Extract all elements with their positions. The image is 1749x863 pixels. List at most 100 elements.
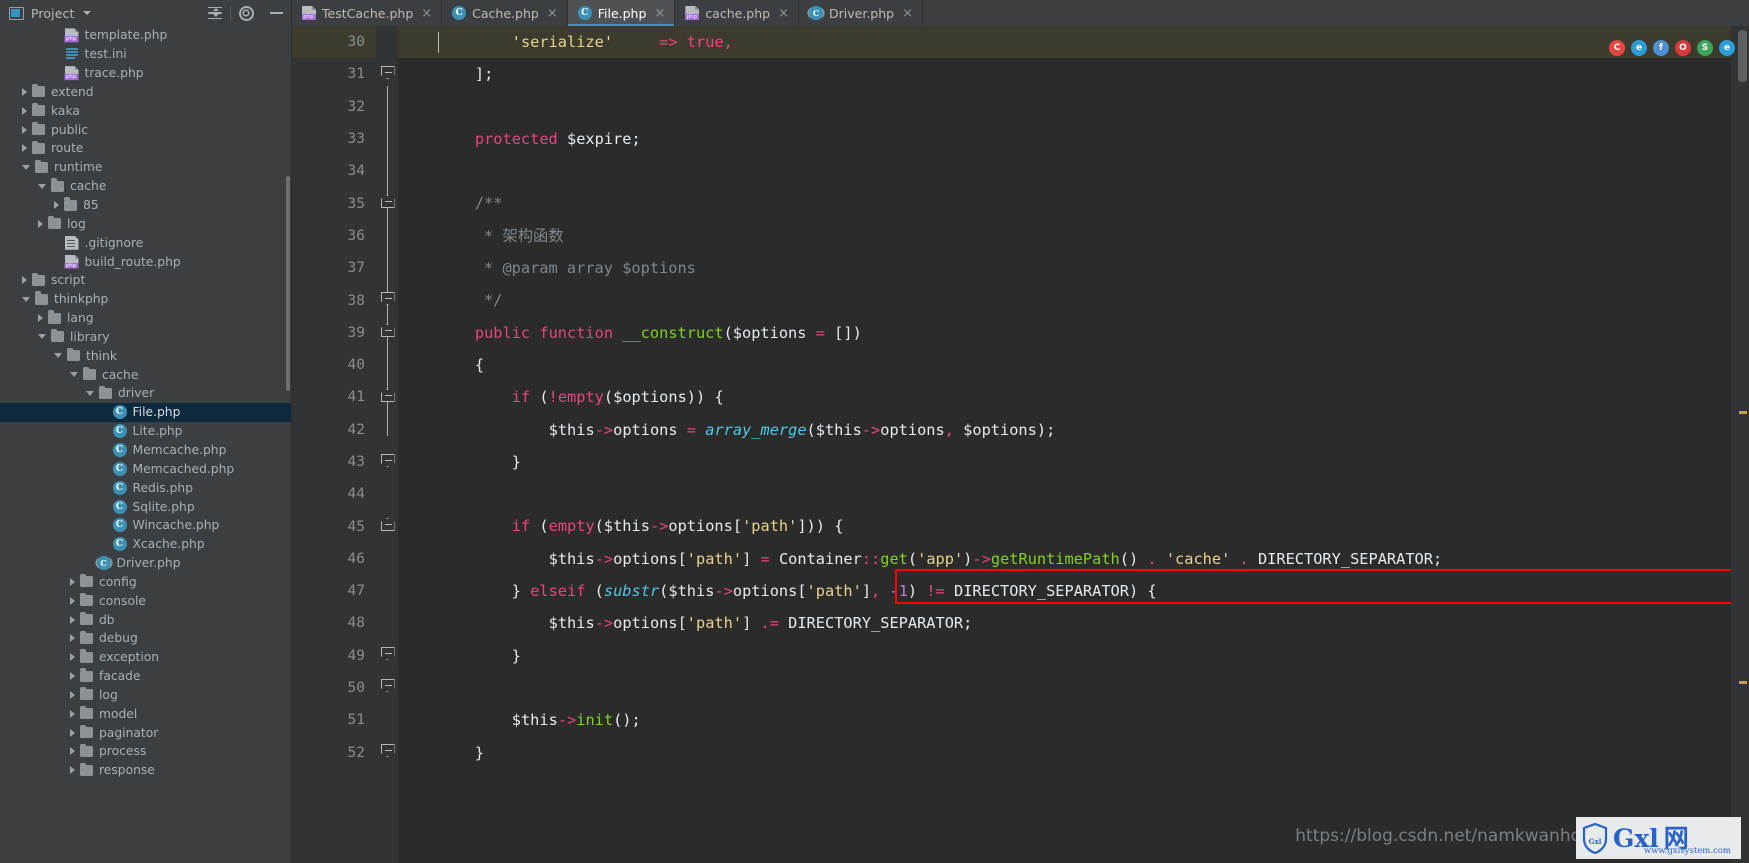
chevron-right-icon[interactable] <box>70 690 75 699</box>
code-line-39[interactable]: public function __construct($options = [… <box>398 317 1731 349</box>
editor-tab-file-php[interactable]: C File.php × <box>567 0 676 26</box>
chevron-right-icon[interactable] <box>70 672 75 681</box>
chevron-right-icon[interactable] <box>22 87 27 96</box>
code-line-40[interactable]: { <box>398 349 1731 381</box>
code-line-33[interactable]: protected $expire; <box>398 123 1731 155</box>
chevron-right-icon[interactable] <box>22 125 27 134</box>
code-line-30[interactable]: 'serialize' => true, <box>398 26 1731 59</box>
tree-file-template-php[interactable]: template.php <box>0 26 292 45</box>
code-content[interactable]: 'serialize' => true, ]; protected $expir… <box>398 26 1731 863</box>
chevron-right-icon[interactable] <box>70 634 75 643</box>
collapse-all-button[interactable] <box>200 0 230 26</box>
settings-button[interactable] <box>231 0 261 26</box>
tree-folder-runtime[interactable]: runtime <box>0 158 292 177</box>
code-line-49[interactable]: } <box>398 640 1731 672</box>
tree-folder-facade[interactable]: facade <box>0 667 292 686</box>
chevron-right-icon[interactable] <box>54 201 59 210</box>
tree-folder-log[interactable]: log <box>0 214 292 233</box>
code-line-48[interactable]: $this->options['path'] .= DIRECTORY_SEPA… <box>398 607 1731 639</box>
chevron-right-icon[interactable] <box>38 219 43 228</box>
fold-toggle[interactable] <box>380 389 395 402</box>
close-icon[interactable]: × <box>421 7 432 20</box>
code-line-37[interactable]: * @param array $options <box>398 252 1731 284</box>
tree-folder-library[interactable]: library <box>0 328 292 347</box>
fold-toggle[interactable] <box>380 518 395 531</box>
tree-folder-thinkphp[interactable]: thinkphp <box>0 290 292 309</box>
chevron-right-icon[interactable] <box>70 766 75 775</box>
code-line-41[interactable]: if (!empty($options)) { <box>398 381 1731 413</box>
tree-folder-model[interactable]: model <box>0 704 292 723</box>
tree-folder-config[interactable]: config <box>0 572 292 591</box>
tree-file-Memcache-php[interactable]: C Memcache.php <box>0 441 292 460</box>
code-line-38[interactable]: */ <box>398 284 1731 316</box>
code-line-43[interactable]: } <box>398 446 1731 478</box>
tree-folder-route[interactable]: route <box>0 139 292 158</box>
tree-file-Driver-php[interactable]: C Driver.php <box>0 554 292 573</box>
editor-tab-cache-php[interactable]: C Cache.php × <box>442 0 568 26</box>
tree-file-Sqlite-php[interactable]: C Sqlite.php <box>0 497 292 516</box>
code-line-44[interactable] <box>398 478 1731 510</box>
tree-folder-log[interactable]: log <box>0 686 292 705</box>
code-line-42[interactable]: $this->options = array_merge($this->opti… <box>398 414 1731 446</box>
tree-scrollbar[interactable] <box>286 176 290 391</box>
code-line-50[interactable] <box>398 672 1731 704</box>
tree-file-Xcache-php[interactable]: C Xcache.php <box>0 535 292 554</box>
tree-folder-kaka[interactable]: kaka <box>0 101 292 120</box>
tree-folder-public[interactable]: public <box>0 120 292 139</box>
tree-folder-think[interactable]: think <box>0 346 292 365</box>
inspection-strip[interactable] <box>1731 26 1749 863</box>
tree-file-trace-php[interactable]: trace.php <box>0 64 292 83</box>
close-icon[interactable]: × <box>778 7 789 20</box>
tree-file--gitignore[interactable]: .gitignore <box>0 233 292 252</box>
tree-file-Lite-php[interactable]: C Lite.php <box>0 422 292 441</box>
tree-folder-cache[interactable]: cache <box>0 177 292 196</box>
chevron-right-icon[interactable] <box>70 747 75 756</box>
tree-file-Wincache-php[interactable]: C Wincache.php <box>0 516 292 535</box>
chevron-right-icon[interactable] <box>22 276 27 285</box>
chevron-right-icon[interactable] <box>70 709 75 718</box>
tree-folder-process[interactable]: process <box>0 742 292 761</box>
code-line-31[interactable]: ]; <box>398 58 1731 90</box>
tree-folder-response[interactable]: response <box>0 761 292 780</box>
fold-toggle[interactable] <box>380 66 395 79</box>
fold-toggle[interactable] <box>380 195 395 208</box>
hide-panel-button[interactable] <box>261 0 291 26</box>
chevron-right-icon[interactable] <box>22 144 27 153</box>
chevron-down-icon[interactable] <box>86 390 94 396</box>
chevron-down-icon[interactable] <box>70 372 78 378</box>
tree-folder-lang[interactable]: lang <box>0 309 292 328</box>
tree-file-Redis-php[interactable]: C Redis.php <box>0 478 292 497</box>
fold-toggle[interactable] <box>380 679 395 692</box>
code-line-35[interactable]: /** <box>398 187 1731 219</box>
edge-icon[interactable]: e <box>1719 40 1735 56</box>
editor-tab-cache-php[interactable]: cache.php × <box>675 0 800 26</box>
tree-file-Memcached-php[interactable]: C Memcached.php <box>0 459 292 478</box>
code-line-32[interactable] <box>398 91 1731 123</box>
chevron-right-icon[interactable] <box>22 106 27 115</box>
code-line-52[interactable]: } <box>398 737 1731 769</box>
close-icon[interactable]: × <box>547 7 558 20</box>
chevron-right-icon[interactable] <box>70 615 75 624</box>
fold-toggle[interactable] <box>380 744 395 757</box>
tree-folder-script[interactable]: script <box>0 271 292 290</box>
tree-file-File-php[interactable]: C File.php <box>0 402 292 422</box>
firefox-icon[interactable]: f <box>1653 40 1669 56</box>
safari-icon[interactable]: S <box>1697 40 1713 56</box>
fold-toggle[interactable] <box>380 292 395 305</box>
close-icon[interactable]: × <box>654 7 665 20</box>
editor-tab-testcache-php[interactable]: TestCache.php × <box>292 0 443 26</box>
inspection-marker[interactable] <box>1739 681 1747 684</box>
tree-folder-exception[interactable]: exception <box>0 648 292 667</box>
code-line-47[interactable]: } elseif (substr($this->options['path'],… <box>398 575 1731 607</box>
tree-file-test-ini[interactable]: test.ini <box>0 45 292 64</box>
tree-folder-85[interactable]: 85 <box>0 196 292 215</box>
fold-toggle[interactable] <box>380 454 395 467</box>
editor-scrollbar[interactable] <box>1738 30 1747 82</box>
code-line-45[interactable]: if (empty($this->options['path'])) { <box>398 510 1731 542</box>
editor-tab-driver-php[interactable]: C Driver.php × <box>799 0 924 26</box>
chevron-down-icon[interactable] <box>38 183 46 189</box>
tree-folder-driver[interactable]: driver <box>0 384 292 403</box>
inspection-marker[interactable] <box>1739 411 1747 414</box>
chevron-right-icon[interactable] <box>70 653 75 662</box>
chevron-right-icon[interactable] <box>38 314 43 323</box>
